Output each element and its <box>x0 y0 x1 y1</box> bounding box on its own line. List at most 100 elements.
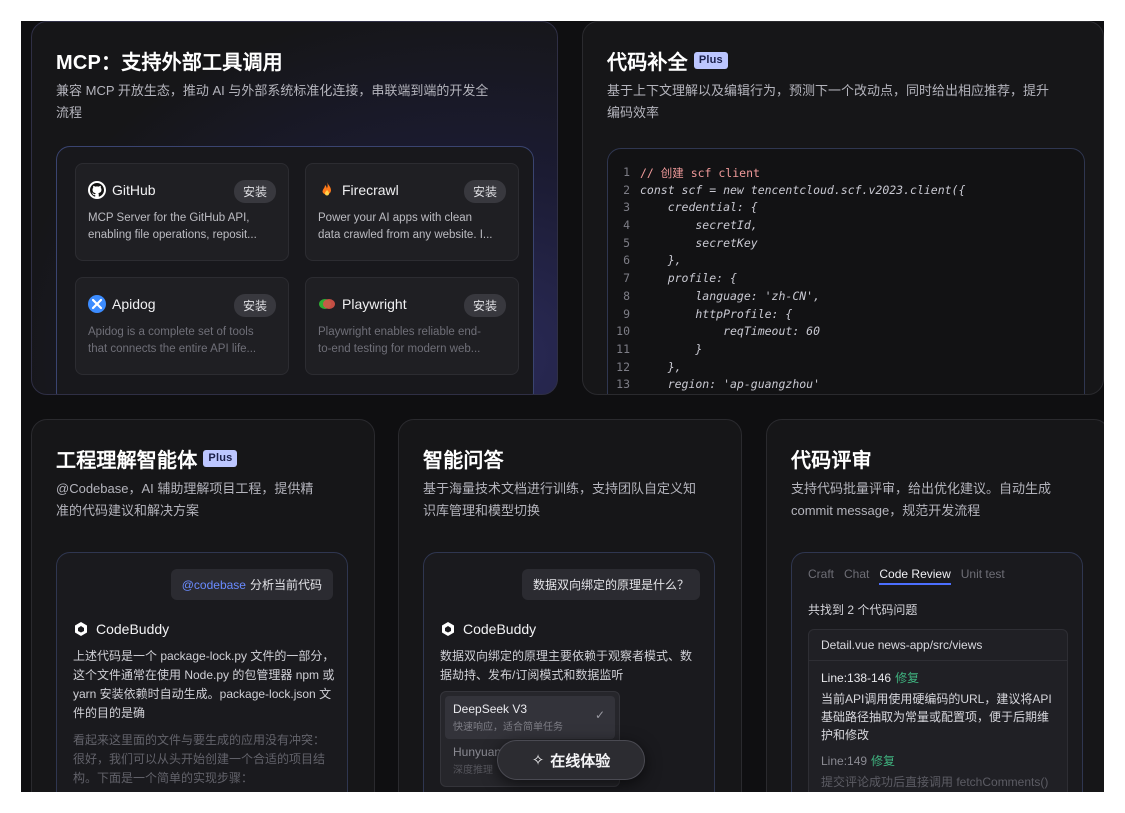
line-number: 11 <box>616 341 630 356</box>
desc-line: 识库管理和模型切换 <box>423 503 541 518</box>
smart-qa-card: 智能问答 基于海量技术文档进行训练，支持团队自定义知 识库管理和模型切换 数据双… <box>398 419 742 792</box>
tab-code-review[interactable]: Code Review <box>879 567 951 585</box>
playwright-icon <box>318 295 336 313</box>
desc-line: MCP Server for the GitHub API, <box>88 212 250 224</box>
line-number: 7 <box>623 271 630 286</box>
tool-name-label: GitHub <box>112 182 156 198</box>
card-title: 工程理解智能体 Plus <box>56 444 238 473</box>
desc-line: to-end testing for modern web... <box>318 343 481 355</box>
title-text: 智能问答 <box>423 450 504 472</box>
tool-card-firecrawl[interactable]: Firecrawl 安装 Power your AI apps with cle… <box>305 163 519 261</box>
desc-line: that connects the entire API life... <box>88 343 257 355</box>
desc-line: enabling file operations, reposit... <box>88 229 257 241</box>
card-title: 代码评审 <box>791 444 872 473</box>
user-message-text: 分析当前代码 <box>249 578 322 592</box>
line-number: 9 <box>623 306 630 321</box>
try-online-button[interactable]: ✧ 在线体验 <box>497 740 645 780</box>
install-button[interactable]: 安装 <box>463 294 506 317</box>
install-button[interactable]: 安装 <box>233 180 276 203</box>
install-button[interactable]: 安装 <box>233 294 276 317</box>
code-line: 4 secretId, <box>608 218 1084 236</box>
card-description: @Codebase，AI 辅助理解项目工程，提供精 准的代码建议和解决方案 <box>56 478 313 522</box>
bot-header: CodeBuddy <box>73 621 169 637</box>
line-range: Line:138-146 <box>821 671 892 685</box>
bot-name: CodeBuddy <box>96 621 170 637</box>
bot-header: CodeBuddy <box>440 621 536 637</box>
tool-name-label: Apidog <box>112 296 156 312</box>
tool-description: MCP Server for the GitHub API, enabling … <box>88 210 280 244</box>
desc-line: Playwright enables reliable end- <box>318 326 482 338</box>
tool-name-label: Firecrawl <box>342 182 399 198</box>
tab-chat[interactable]: Chat <box>844 567 869 585</box>
bot-reply: 上述代码是一个 package-lock.py 文件的一部分，这个文件通常在使用… <box>73 647 335 788</box>
code-line: 9 httpProfile: { <box>608 307 1084 325</box>
title-text: 工程理解智能体 <box>56 450 198 472</box>
tool-name-label: Playwright <box>342 296 407 312</box>
title-text: 代码评审 <box>791 450 872 472</box>
title-text: MCP：支持外部工具调用 <box>56 52 283 74</box>
mcp-feature-card: MCP：支持外部工具调用 兼容 MCP 开放生态，推动 AI 与外部系统标准化连… <box>31 21 558 395</box>
line-number: 4 <box>623 218 630 233</box>
fix-link[interactable]: 修复 <box>895 671 919 685</box>
install-button[interactable]: 安装 <box>463 180 506 203</box>
fix-link[interactable]: 修复 <box>871 754 895 768</box>
card-description: 基于海量技术文档进行训练，支持团队自定义知 识库管理和模型切换 <box>423 478 696 522</box>
model-subtitle: 快速响应，适合简单任务 <box>453 722 563 733</box>
card-description: 基于上下文理解以及编辑行为，预测下一个改动点，同时给出相应推荐，提升 编码效率 <box>607 80 1049 124</box>
check-icon: ✓ <box>594 708 605 722</box>
line-number: 12 <box>616 359 630 374</box>
desc-line: @Codebase，AI 辅助理解项目工程，提供精 <box>56 481 314 496</box>
tool-name: Apidog <box>88 295 156 313</box>
desc-line: 准的代码建议和解决方案 <box>56 503 200 518</box>
code-line: 7 profile: { <box>608 271 1084 289</box>
user-message: @codebase 分析当前代码 <box>170 569 333 600</box>
mcp-tools-panel: GitHub 安装 MCP Server for the GitHub API,… <box>56 146 534 394</box>
code-text: reqTimeout: 60 <box>640 324 821 339</box>
line-range: Line:149 <box>821 754 868 768</box>
code-line: 1 // 创建 scf client <box>608 165 1084 183</box>
desc-line: 流程 <box>56 105 83 120</box>
fire-icon <box>318 181 336 199</box>
issue-description: 当前API调用使用硬编码的URL，建议将API基础路径抽取为常量或配置项，便于后… <box>821 692 1052 742</box>
issue-line-ref: Line:138-146 修复 <box>809 661 1067 686</box>
codebase-mention: @codebase <box>181 578 246 592</box>
code-line: 12 }, <box>608 360 1084 378</box>
review-panel: Craft Chat Code Review Unit test 共找到 2 个… <box>791 552 1083 792</box>
line-number: 10 <box>616 324 630 339</box>
desc-line: 兼容 MCP 开放生态，推动 AI 与外部系统标准化连接，串联端到端的开发全 <box>56 83 489 98</box>
model-option-deepseek[interactable]: DeepSeek V3 快速响应，适合简单任务 ✓ <box>445 696 615 739</box>
features-section: MCP：支持外部工具调用 兼容 MCP 开放生态，推动 AI 与外部系统标准化连… <box>21 21 1104 792</box>
tool-card-playwright[interactable]: Playwright 安装 Playwright enables reliabl… <box>305 277 519 375</box>
code-line: 2 const scf = new tencentcloud.scf.v2023.… <box>608 183 1084 201</box>
tab-unit-test[interactable]: Unit test <box>961 567 1005 585</box>
tab-craft[interactable]: Craft <box>808 567 834 585</box>
code-line: 13 region: 'ap-guangzhou' <box>608 377 1084 394</box>
code-text: credential: { <box>640 200 758 215</box>
project-agent-card: 工程理解智能体 Plus @Codebase，AI 辅助理解项目工程，提供精 准… <box>31 419 375 792</box>
reply-paragraph-faded: 看起来这里面的文件与要生成的应用没有冲突：很好，我们可以从头开始创建一个合适的项… <box>73 733 326 785</box>
tool-card-github[interactable]: GitHub 安装 MCP Server for the GitHub API,… <box>75 163 289 261</box>
tool-description: Playwright enables reliable end- to-end … <box>318 324 510 358</box>
card-title: MCP：支持外部工具调用 <box>56 46 283 75</box>
issue-line-ref: Line:149 修复 <box>809 744 1067 769</box>
card-description: 兼容 MCP 开放生态，推动 AI 与外部系统标准化连接，串联端到端的开发全 流… <box>56 80 488 124</box>
codebuddy-icon <box>75 622 87 636</box>
code-text: const scf = new tencentcloud.scf.v2023.c… <box>640 182 966 197</box>
card-title: 代码补全 Plus <box>607 46 728 75</box>
desc-line: 基于海量技术文档进行训练，支持团队自定义知 <box>423 481 697 496</box>
github-icon <box>88 181 106 199</box>
code-line: 11 } <box>608 342 1084 360</box>
issue-list: Detail.vue news-app/src/views Line:138-1… <box>808 629 1068 792</box>
code-text: secretId, <box>640 218 758 233</box>
tool-card-apidog[interactable]: Apidog 安装 Apidog is a complete set of to… <box>75 277 289 375</box>
issues-found-text: 共找到 2 个代码问题 <box>808 603 918 617</box>
code-text: httpProfile: { <box>640 306 793 321</box>
line-number: 1 <box>623 165 630 179</box>
line-number: 5 <box>623 235 630 250</box>
desc-line: data crawled from any website. I... <box>318 229 493 241</box>
reply-paragraph: 上述代码是一个 package-lock.py 文件的一部分，这个文件通常在使用… <box>73 649 335 720</box>
code-lines: 1 // 创建 scf client 2 const scf = new tencen… <box>608 165 1084 394</box>
bot-name: CodeBuddy <box>463 621 537 637</box>
title-text: 代码补全 <box>607 52 688 74</box>
card-description: 支持代码批量评审，给出优化建议。自动生成 commit message，规范开发… <box>791 478 1051 522</box>
